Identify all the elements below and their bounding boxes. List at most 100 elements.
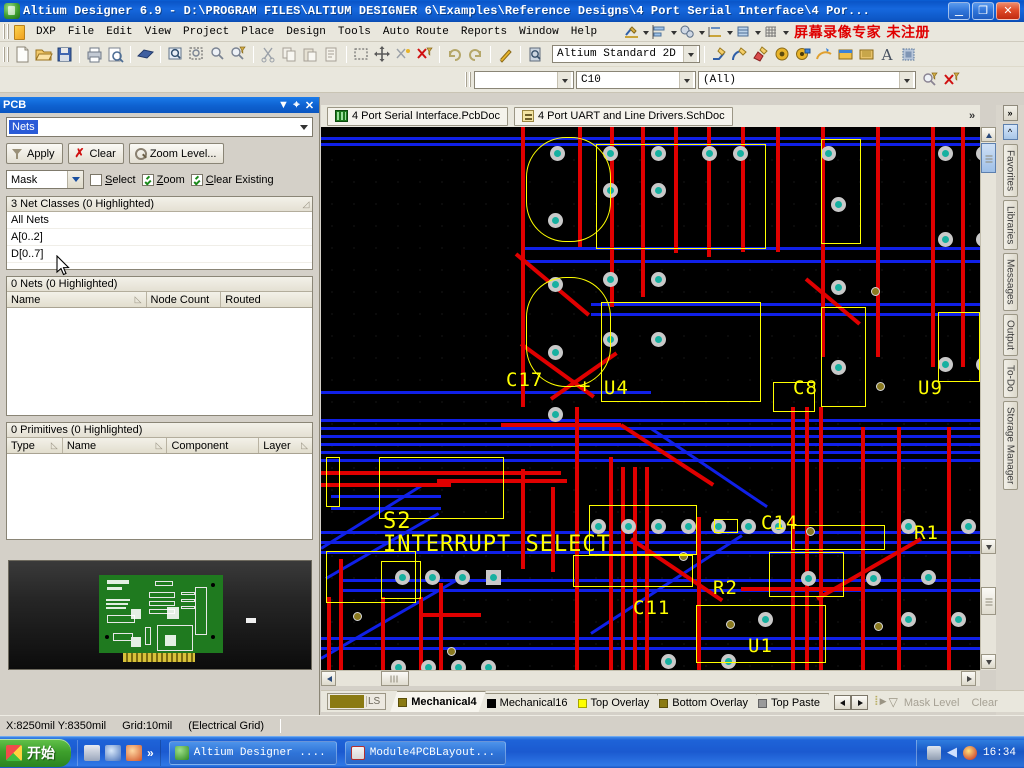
main-toolbar-handle[interactable] [3, 46, 10, 62]
select-checkbox[interactable]: Select [90, 173, 136, 186]
place-polygon-icon[interactable] [751, 44, 772, 65]
zoom-checkbox[interactable]: Zoom [141, 173, 185, 186]
copy-icon[interactable] [279, 44, 300, 65]
arrow-right-icon[interactable] [850, 695, 868, 710]
scroll-left-button[interactable] [321, 671, 336, 686]
place-arc-center-icon[interactable] [814, 44, 835, 65]
dock-tab-to-do[interactable]: To-Do [1002, 359, 1018, 398]
layer-tab-mechanical16[interactable]: Mechanical16 [479, 693, 577, 712]
layer-sets-button[interactable]: LS [327, 693, 387, 710]
document-tab-overflow-icon[interactable]: » [964, 110, 980, 122]
sort-ascending-icon[interactable]: ◿ [300, 199, 312, 210]
dock-tab-messages[interactable]: Messages [1002, 253, 1018, 312]
menu-help[interactable]: Help [565, 24, 603, 40]
paste-special-icon[interactable] [321, 44, 342, 65]
zoom-out-icon[interactable] [207, 44, 228, 65]
save-icon[interactable] [54, 44, 75, 65]
menu-tools[interactable]: Tools [332, 24, 377, 40]
layer-stack-dropdown-icon[interactable] [753, 24, 762, 40]
route-tool-icon[interactable] [623, 24, 640, 40]
find-similar-icon[interactable] [679, 24, 696, 40]
close-button[interactable]: ✕ [996, 2, 1020, 20]
move-icon[interactable] [372, 44, 393, 65]
chevron-right-icon[interactable]: ▶ [880, 696, 887, 707]
column-header-component[interactable]: Component [167, 438, 260, 453]
filter-toolbar-handle[interactable] [465, 72, 472, 87]
pcb-canvas[interactable]: C17 U4 C8 U9 S2 INTERRUPT SELECT C14 R1 … [321, 127, 980, 670]
antivirus-icon[interactable] [962, 745, 977, 760]
scroll-vertical-thumb[interactable] [981, 143, 996, 173]
place-component-icon[interactable] [898, 44, 919, 65]
dock-tab-favorites[interactable]: Favorites [1002, 144, 1018, 198]
cut-icon[interactable] [258, 44, 279, 65]
filter-scope-combo[interactable] [474, 70, 574, 89]
layer-stack-icon[interactable] [735, 24, 752, 40]
canvas-vertical-scrollbar[interactable] [980, 127, 996, 670]
align-icon[interactable] [651, 24, 668, 40]
column-header-type[interactable]: Type ◺ [7, 438, 63, 453]
deselect-icon[interactable] [393, 44, 414, 65]
grid-dropdown-icon[interactable] [781, 24, 790, 40]
cross-probe-icon[interactable] [495, 44, 516, 65]
menu-view[interactable]: View [139, 24, 177, 40]
menu-dxp[interactable]: DXP [30, 24, 62, 40]
place-track-icon[interactable] [709, 44, 730, 65]
layer-tab-mechanical4[interactable]: Mechanical4 [390, 691, 485, 712]
dock-overflow-icon[interactable]: » [1002, 105, 1018, 121]
tray-clock[interactable]: 16:34 [983, 747, 1016, 759]
clear-filter-icon[interactable] [414, 44, 435, 65]
mask-filter-icon[interactable]: ▽ [889, 695, 898, 709]
close-icon[interactable]: ✕ [303, 99, 316, 112]
grid-icon[interactable] [763, 24, 780, 40]
open-folder-icon[interactable] [33, 44, 54, 65]
menu-drag-handle[interactable] [3, 24, 10, 39]
chevron-down-icon[interactable] [296, 118, 312, 136]
mail-icon[interactable] [105, 744, 121, 761]
browse-component-icon[interactable] [525, 44, 546, 65]
keyboard-ime-icon[interactable] [926, 745, 941, 760]
column-header-node-count[interactable]: Node Count [147, 292, 222, 307]
document-tab-pcbdoc[interactable]: 4 Port Serial Interface.PcbDoc [327, 106, 508, 126]
dock-tab-libraries[interactable]: Libraries [1002, 200, 1018, 251]
menu-auto-route[interactable]: Auto Route [377, 24, 455, 40]
route-tool-dropdown-icon[interactable] [641, 24, 650, 40]
dimension-icon[interactable] [707, 24, 724, 40]
clear-mask-label[interactable]: Clear [965, 697, 1003, 709]
taskbar-item-altium[interactable]: Altium Designer .... [168, 740, 337, 765]
place-pad-icon[interactable] [772, 44, 793, 65]
scroll-horizontal-thumb[interactable] [381, 671, 409, 686]
layer-tab-bottom-overlay[interactable]: Bottom Overlay [651, 693, 757, 712]
zoom-checkbox-box[interactable] [141, 173, 154, 186]
primitives-rows[interactable] [7, 454, 312, 538]
place-via-icon[interactable] [793, 44, 814, 65]
column-header-layer[interactable]: Layer ◺ [259, 438, 312, 453]
column-header-routed[interactable]: Routed [221, 292, 312, 307]
filter-all-combo[interactable]: (All) [698, 70, 916, 89]
list-item[interactable]: All Nets [7, 212, 312, 229]
minimize-button[interactable]: _ [948, 1, 970, 20]
menu-edit[interactable]: Edit [100, 24, 138, 40]
dock-tab-storage-manager[interactable]: Storage Manager [1002, 400, 1018, 491]
ie-icon[interactable] [84, 744, 100, 761]
zoom-filter-icon[interactable] [920, 69, 941, 90]
chevron-down-icon[interactable] [679, 71, 693, 88]
zoom-level-button[interactable]: Zoom Level... [128, 143, 225, 164]
redo-icon[interactable] [465, 44, 486, 65]
column-header-name2[interactable]: Name ◺ [63, 438, 168, 453]
scroll-down-button-upper[interactable] [981, 539, 996, 554]
arrow-left-icon[interactable] [833, 695, 851, 710]
select-checkbox-box[interactable] [90, 173, 102, 186]
document-tab-schdoc[interactable]: 4 Port UART and Line Drivers.SchDoc [513, 106, 733, 126]
chevron-down-icon[interactable] [899, 71, 913, 88]
chevron-down-icon[interactable] [67, 171, 83, 188]
volume-icon[interactable]: ◀ [947, 745, 957, 760]
place-string-icon[interactable]: A [877, 44, 898, 65]
dock-collapse-icon[interactable]: ^ [1002, 124, 1018, 140]
scroll-up-button[interactable] [981, 127, 996, 142]
media-icon[interactable] [126, 744, 142, 761]
find-similar-dropdown-icon[interactable] [697, 24, 706, 40]
menu-reports[interactable]: Reports [455, 24, 513, 40]
list-item[interactable]: D[0..7] [7, 246, 312, 263]
place-arc-icon[interactable] [730, 44, 751, 65]
select-area-icon[interactable] [351, 44, 372, 65]
